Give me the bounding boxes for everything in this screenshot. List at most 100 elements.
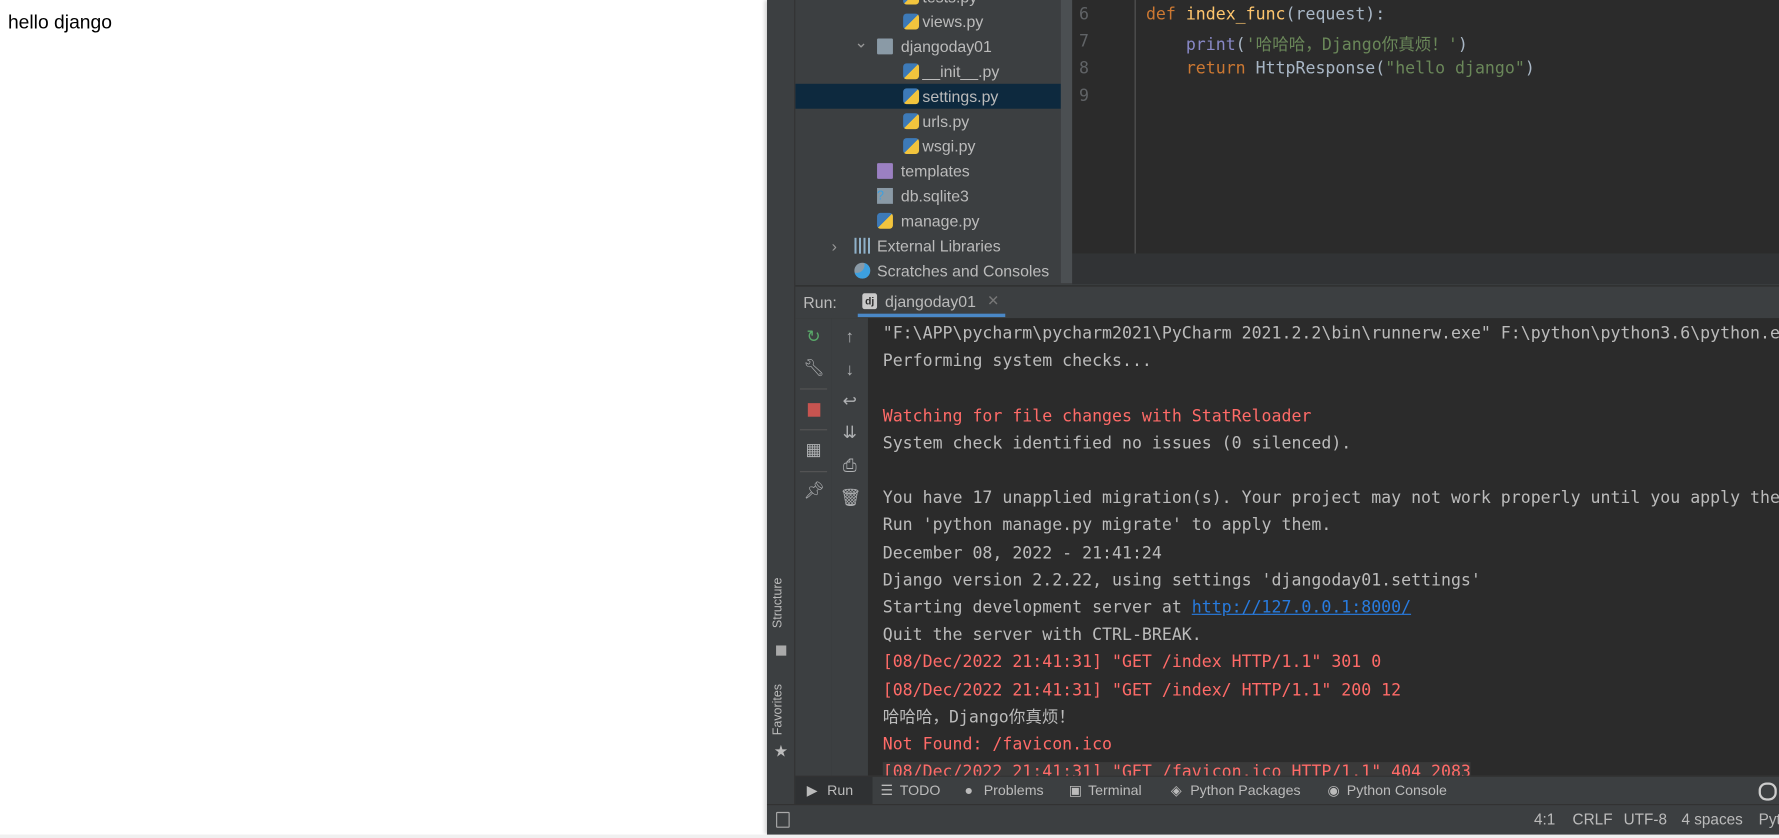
caret-position[interactable]: 4:1 xyxy=(1534,811,1555,828)
soft-wrap-icon[interactable]: ↩ xyxy=(840,392,860,412)
tool-window-python-console[interactable]: ◉ Python Console xyxy=(1324,777,1446,805)
unknown-file-icon: ? xyxy=(877,187,893,204)
pin-icon[interactable]: 📌︎ xyxy=(803,481,825,501)
code-token: ( xyxy=(1235,35,1246,55)
console-line: [08/Dec/2022 21:41:31] "GET /favicon.ico… xyxy=(882,760,1471,776)
code-token: return xyxy=(1185,58,1256,79)
run-tab-label: djangoday01 xyxy=(884,292,976,311)
toggle-tool-windows-icon[interactable] xyxy=(776,811,790,828)
console-text: Not Found: /favicon.ico xyxy=(882,734,1113,755)
python-file-icon xyxy=(903,0,920,5)
tree-item[interactable]: Scratches and Consoles xyxy=(795,258,1060,283)
favorites-tab[interactable]: Favorites xyxy=(772,684,786,735)
indent-setting[interactable]: 4 spaces xyxy=(1681,811,1742,828)
tool-window-python-packages[interactable]: ◈ Python Packages xyxy=(1168,777,1301,805)
file-encoding[interactable]: UTF-8 xyxy=(1624,811,1667,828)
arrow-up-icon[interactable]: ↑ xyxy=(840,327,860,347)
scratches-icon xyxy=(854,262,871,279)
code-line[interactable]: def index_func(request): xyxy=(1146,5,1385,24)
run-tab-djangoday01[interactable]: dj djangoday01 ✕ xyxy=(857,286,1006,318)
run-toolbar-primary: ↻ 🔧︎ ▦ 📌︎ xyxy=(795,318,833,776)
notifications-icon[interactable] xyxy=(1758,782,1777,801)
console-text: [08/Dec/2022 21:41:31] "GET /favicon.ico… xyxy=(882,762,1471,776)
chevron-down-icon[interactable]: ⌄ xyxy=(854,29,867,54)
tool-window-label: Terminal xyxy=(1088,782,1142,799)
server-url-link[interactable]: http://127.0.0.1:8000/ xyxy=(1192,598,1411,617)
code-editor[interactable]: 6 def index_func(request): 7 print('哈哈哈，Dj… xyxy=(1072,0,1779,254)
tool-window-run[interactable]: ▶ Run xyxy=(795,776,873,806)
python-file-icon xyxy=(903,113,920,130)
tree-item[interactable]: › External Libraries xyxy=(795,233,1060,258)
tree-item-label: Scratches and Consoles xyxy=(877,261,1050,280)
code-line[interactable]: return HttpResponse("hello django") xyxy=(1146,59,1535,78)
arrow-down-icon[interactable]: ↓ xyxy=(840,360,860,380)
tool-window-todo[interactable]: ☰ TODO xyxy=(877,777,940,805)
code-token: HttpResponse( xyxy=(1255,58,1386,79)
structure-tab[interactable]: Structure xyxy=(772,578,786,629)
tree-item-label: urls.py xyxy=(922,112,970,131)
left-tool-strip: Structure Favorites ★ xyxy=(766,0,796,805)
tree-item-label: manage.py xyxy=(900,211,980,230)
python-file-icon xyxy=(877,212,893,229)
tree-item[interactable]: settings.py xyxy=(795,83,1061,109)
scroll-to-end-icon[interactable]: ⇊ xyxy=(840,424,860,444)
tool-window-label: Problems xyxy=(983,782,1044,799)
run-console[interactable]: "F:\APP\pycharm\pycharm2021\PyCharm 2021… xyxy=(867,318,1779,776)
stop-icon[interactable] xyxy=(803,400,823,420)
tool-window-problems[interactable]: ● Problems xyxy=(961,777,1044,805)
tree-item[interactable]: manage.py xyxy=(795,208,1060,233)
terminal-icon: ▣ xyxy=(1068,782,1083,799)
code-token: print xyxy=(1185,35,1236,55)
tree-item[interactable]: urls.py xyxy=(795,109,1060,134)
close-icon[interactable]: ✕ xyxy=(987,292,999,310)
console-text: Starting development server at xyxy=(882,597,1192,618)
console-text: You have 17 unapplied migration(s). Your… xyxy=(882,488,1779,508)
console-text: [08/Dec/2022 21:41:31] "GET /index/ HTTP… xyxy=(882,680,1402,700)
tree-item[interactable]: templates xyxy=(795,159,1060,184)
tool-window-label: Run xyxy=(827,782,854,799)
tree-item-label: templates xyxy=(900,161,970,181)
project-tree-scrollbar[interactable] xyxy=(1060,0,1073,284)
run-header: Run: dj djangoday01 ✕ xyxy=(795,285,1779,320)
code-line[interactable]: print('哈哈哈，Django你真烦！') xyxy=(1146,32,1468,56)
python-interpreter[interactable]: Pyt xyxy=(1759,811,1779,828)
tool-window-terminal[interactable]: ▣ Terminal xyxy=(1065,777,1142,805)
tree-item[interactable]: ⌄ djangoday01 xyxy=(795,33,1060,59)
star-icon: ★ xyxy=(773,741,789,760)
line-number: 7 xyxy=(1079,31,1089,51)
trash-icon[interactable]: 🗑︎ xyxy=(840,488,862,508)
console-text: Performing system checks... xyxy=(882,351,1152,371)
console-line: You have 17 unapplied migration(s). Your… xyxy=(883,486,1779,511)
tree-item[interactable]: ? db.sqlite3 xyxy=(795,183,1060,208)
code-token: "hello django" xyxy=(1385,58,1525,79)
layout-icon[interactable]: ▦ xyxy=(803,441,823,461)
packages-icon: ◈ xyxy=(1170,782,1182,799)
console-line: 哈哈哈，Django你真烦！ xyxy=(883,705,1075,730)
rerun-icon[interactable]: ↻ xyxy=(803,327,823,347)
tree-item[interactable]: __init__.py xyxy=(795,59,1060,84)
template-folder-icon xyxy=(877,163,893,179)
wrench-icon[interactable]: 🔧︎ xyxy=(803,359,825,379)
code-token: def xyxy=(1145,4,1186,24)
chevron-right-icon[interactable]: › xyxy=(832,233,837,258)
print-icon[interactable]: ⎙ xyxy=(840,456,860,476)
code-token: (request): xyxy=(1285,4,1386,24)
tool-window-label: TODO xyxy=(899,782,941,799)
line-number: 8 xyxy=(1079,58,1089,79)
console-line: Not Found: /favicon.ico xyxy=(883,733,1112,758)
tree-item-label: views.py xyxy=(922,12,984,31)
tree-item[interactable]: wsgi.py xyxy=(795,134,1060,159)
run-label: Run: xyxy=(803,293,837,312)
python-file-icon xyxy=(903,63,920,80)
line-separator[interactable]: CRLF xyxy=(1573,811,1613,828)
console-text: Quit the server with CTRL-BREAK. xyxy=(882,625,1202,645)
console-line: Quit the server with CTRL-BREAK. xyxy=(883,623,1202,648)
console-text: Django version 2.2.22, using settings 'd… xyxy=(882,570,1481,590)
tree-item[interactable]: views.py xyxy=(795,9,1060,34)
console-line: Performing system checks... xyxy=(883,349,1152,374)
editor-footer xyxy=(1072,253,1779,285)
console-text: "F:\APP\pycharm\pycharm2021\PyCharm 2021… xyxy=(882,323,1779,344)
python-file-icon xyxy=(903,138,920,155)
tree-item[interactable]: tests.py xyxy=(795,0,1060,9)
